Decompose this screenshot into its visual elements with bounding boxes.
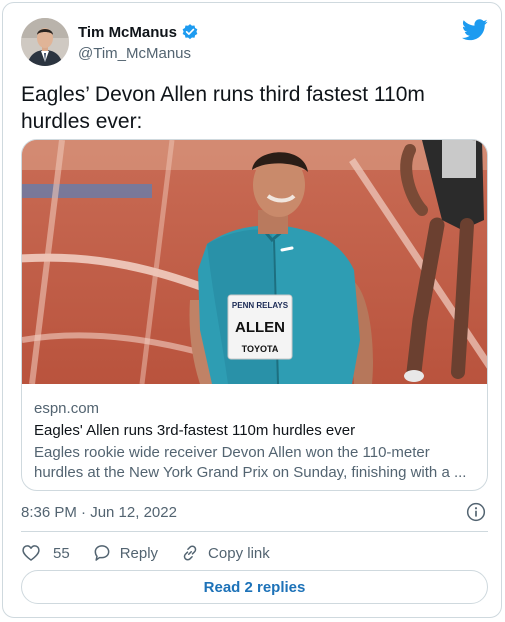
user-photo-icon xyxy=(21,18,69,66)
link-domain[interactable]: espn.com xyxy=(34,399,479,419)
link-icon xyxy=(183,545,197,561)
copy-link-label: Copy link xyxy=(208,544,270,562)
author-avatar[interactable] xyxy=(21,18,69,66)
author-name-row[interactable]: Tim McManus xyxy=(78,23,199,41)
tweet-text: Eagles’ Devon Allen runs third fastest 1… xyxy=(21,83,425,133)
like-button[interactable]: 55 xyxy=(21,543,70,563)
reply-button[interactable]: Reply xyxy=(92,543,158,563)
tweet-embed-card: Tim McManus @Tim_McManus Eagles’ Devon A… xyxy=(2,2,502,618)
bib-top-text: PENN RELAYS xyxy=(232,301,289,310)
copy-link-button[interactable]: Copy link xyxy=(180,543,270,563)
reply-label: Reply xyxy=(119,544,159,562)
link-preview-meta[interactable]: espn.com Eagles' Allen runs 3rd-fastest … xyxy=(34,399,479,483)
heart-icon xyxy=(22,545,40,561)
link-title[interactable]: Eagles' Allen runs 3rd-fastest 110m hurd… xyxy=(34,421,479,441)
actions-divider xyxy=(21,531,488,532)
author-handle[interactable]: @Tim_McManus xyxy=(78,45,191,62)
tweet-timestamp[interactable]: 8:36 PM · Jun 12, 2022 xyxy=(21,504,177,521)
link-preview-image[interactable]: PENN RELAYS ALLEN TOYOTA xyxy=(22,140,487,384)
like-count: 55 xyxy=(53,544,70,562)
read-replies-button[interactable]: Read 2 replies xyxy=(21,570,488,604)
verified-badge-icon xyxy=(182,24,198,40)
timestamp-row: 8:36 PM · Jun 12, 2022 xyxy=(21,502,488,524)
info-icon[interactable] xyxy=(466,502,486,522)
tweet-actions: 55 Reply Copy link xyxy=(21,541,292,565)
bib-name-text: ALLEN xyxy=(235,319,285,336)
twitter-bird-icon[interactable] xyxy=(462,19,488,41)
race-bib: PENN RELAYS ALLEN TOYOTA xyxy=(227,294,293,360)
reply-bubble-icon xyxy=(94,545,110,561)
link-description[interactable]: Eagles rookie wide receiver Devon Allen … xyxy=(34,443,479,483)
sprinter-photo: PENN RELAYS ALLEN TOYOTA xyxy=(22,140,487,384)
link-preview-card[interactable]: PENN RELAYS ALLEN TOYOTA espn.com Eagles… xyxy=(21,139,488,491)
author-display-name[interactable]: Tim McManus xyxy=(78,24,177,41)
bib-sponsor-text: TOYOTA xyxy=(242,344,279,354)
